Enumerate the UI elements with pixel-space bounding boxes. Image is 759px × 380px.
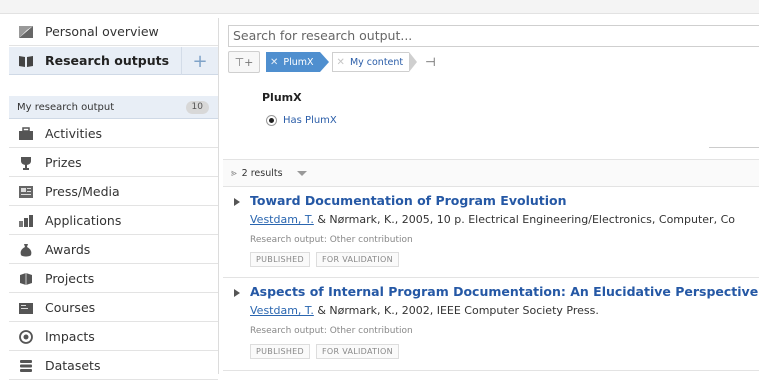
result-title[interactable]: Aspects of Internal Program Documentatio… [250,284,758,299]
sidebar-item-label: Courses [45,300,96,315]
main-content: Search for research output... ⊤+ ✕ PlumX… [223,18,759,374]
status-badge: PUBLISHED [250,252,310,267]
status-badge: FOR VALIDATION [316,252,399,267]
sidebar-item-research-outputs[interactable]: Research outputs + [9,47,218,75]
add-filter-button[interactable]: ⊤+ [228,51,260,73]
list-item: Aspects of Internal Program Documentatio… [223,278,759,371]
sidebar-item-label: Applications [45,213,122,228]
top-strip [0,0,759,14]
sidebar-item-label: Datasets [45,358,101,373]
sidebar-subitem-label: My research output [17,101,115,113]
database-icon [18,359,34,373]
status-badge: FOR VALIDATION [316,344,399,359]
result-meta: Vestdam, T. & Nørmark, K., 2002, IEEE Co… [250,304,599,317]
courses-icon [18,301,34,315]
result-type: Research output: Other contribution [250,326,413,336]
sort-icon[interactable]: ⪢ [231,168,237,179]
result-type: Research output: Other contribution [250,235,413,245]
sidebar-item-label: Impacts [45,329,95,344]
sidebar-item-label: Projects [45,271,95,286]
sidebar-item-applications[interactable]: Applications [9,207,218,235]
impact-icon [18,329,34,344]
search-input[interactable]: Search for research output... [228,25,759,47]
sidebar-item-impacts[interactable]: Impacts [9,323,218,351]
status-badge: PUBLISHED [250,344,310,359]
close-icon[interactable]: ✕ [270,57,278,68]
sidebar-item-prizes[interactable]: Prizes [9,149,218,177]
trophy-icon [18,156,34,170]
sidebar-item-label: Awards [45,242,91,257]
sidebar-item-courses[interactable]: Courses [9,294,218,322]
chevron-down-icon[interactable] [296,170,307,176]
author-link[interactable]: Vestdam, T. [250,213,314,226]
sidebar-item-press-media[interactable]: Press/Media [9,178,218,206]
radio-selected-icon [266,115,277,126]
author-link[interactable]: Vestdam, T. [250,304,314,317]
sidebar-item-label: Personal overview [45,24,159,39]
result-title[interactable]: Toward Documentation of Program Evolutio… [250,193,567,208]
has-plumx-radio[interactable]: Has PlumX [266,115,337,126]
sidebar-item-label: Research outputs [45,53,170,68]
sidebar-item-activities[interactable]: Activities [9,120,218,148]
briefcase-icon [18,126,34,141]
applications-icon [18,214,34,228]
filter-bar: ⊤+ ✕ PlumX ✕ My content ⊣ [228,51,436,73]
result-meta: Vestdam, T. & Nørmark, K., 2005, 10 p. E… [250,213,735,226]
results-toolbar: ⪢ 2 results [223,159,759,187]
expand-arrow-icon[interactable] [234,198,240,206]
list-item: Toward Documentation of Program Evolutio… [223,186,759,278]
sidebar-item-label: Activities [45,126,103,141]
add-research-output-button[interactable]: + [181,47,218,75]
newspaper-icon [18,185,34,199]
filter-chip-my-content[interactable]: ✕ My content [331,52,417,72]
sidebar-item-label: Press/Media [45,184,120,199]
sidebar-item-awards[interactable]: Awards [9,236,218,264]
result-meta-rest: & Nørmark, K., 2005, 10 p. Electrical En… [313,213,735,226]
expand-arrow-icon[interactable] [234,289,240,297]
radio-label: Has PlumX [283,115,337,126]
moneybag-icon [18,243,34,257]
results-count: 2 results [241,167,283,179]
close-icon[interactable]: ✕ [337,57,345,68]
filter-chip-plumx[interactable]: ✕ PlumX [266,52,329,72]
sidebar-item-personal-overview[interactable]: Personal overview [9,18,218,46]
pin-icon[interactable]: ⊣ [425,55,435,69]
status-badges: PUBLISHED FOR VALIDATION [250,252,405,267]
sidebar: Personal overview Research outputs + My … [9,18,219,380]
filter-chip-label: PlumX [283,56,314,68]
sidebar-subitem-my-research-output[interactable]: My research output 10 [9,96,218,119]
count-badge: 10 [185,101,209,114]
result-meta-rest: & Nørmark, K., 2002, IEEE Computer Socie… [313,304,599,317]
projects-icon [18,272,34,286]
personal-overview-icon [18,25,34,39]
status-badges: PUBLISHED FOR VALIDATION [250,344,405,359]
filter-chip-label: My content [349,56,404,68]
sidebar-item-datasets[interactable]: Datasets [9,352,218,380]
divider [709,147,759,148]
book-icon [18,54,34,68]
sidebar-item-label: Prizes [45,155,82,170]
sidebar-item-projects[interactable]: Projects [9,265,218,293]
filter-panel-title: PlumX [262,91,302,104]
